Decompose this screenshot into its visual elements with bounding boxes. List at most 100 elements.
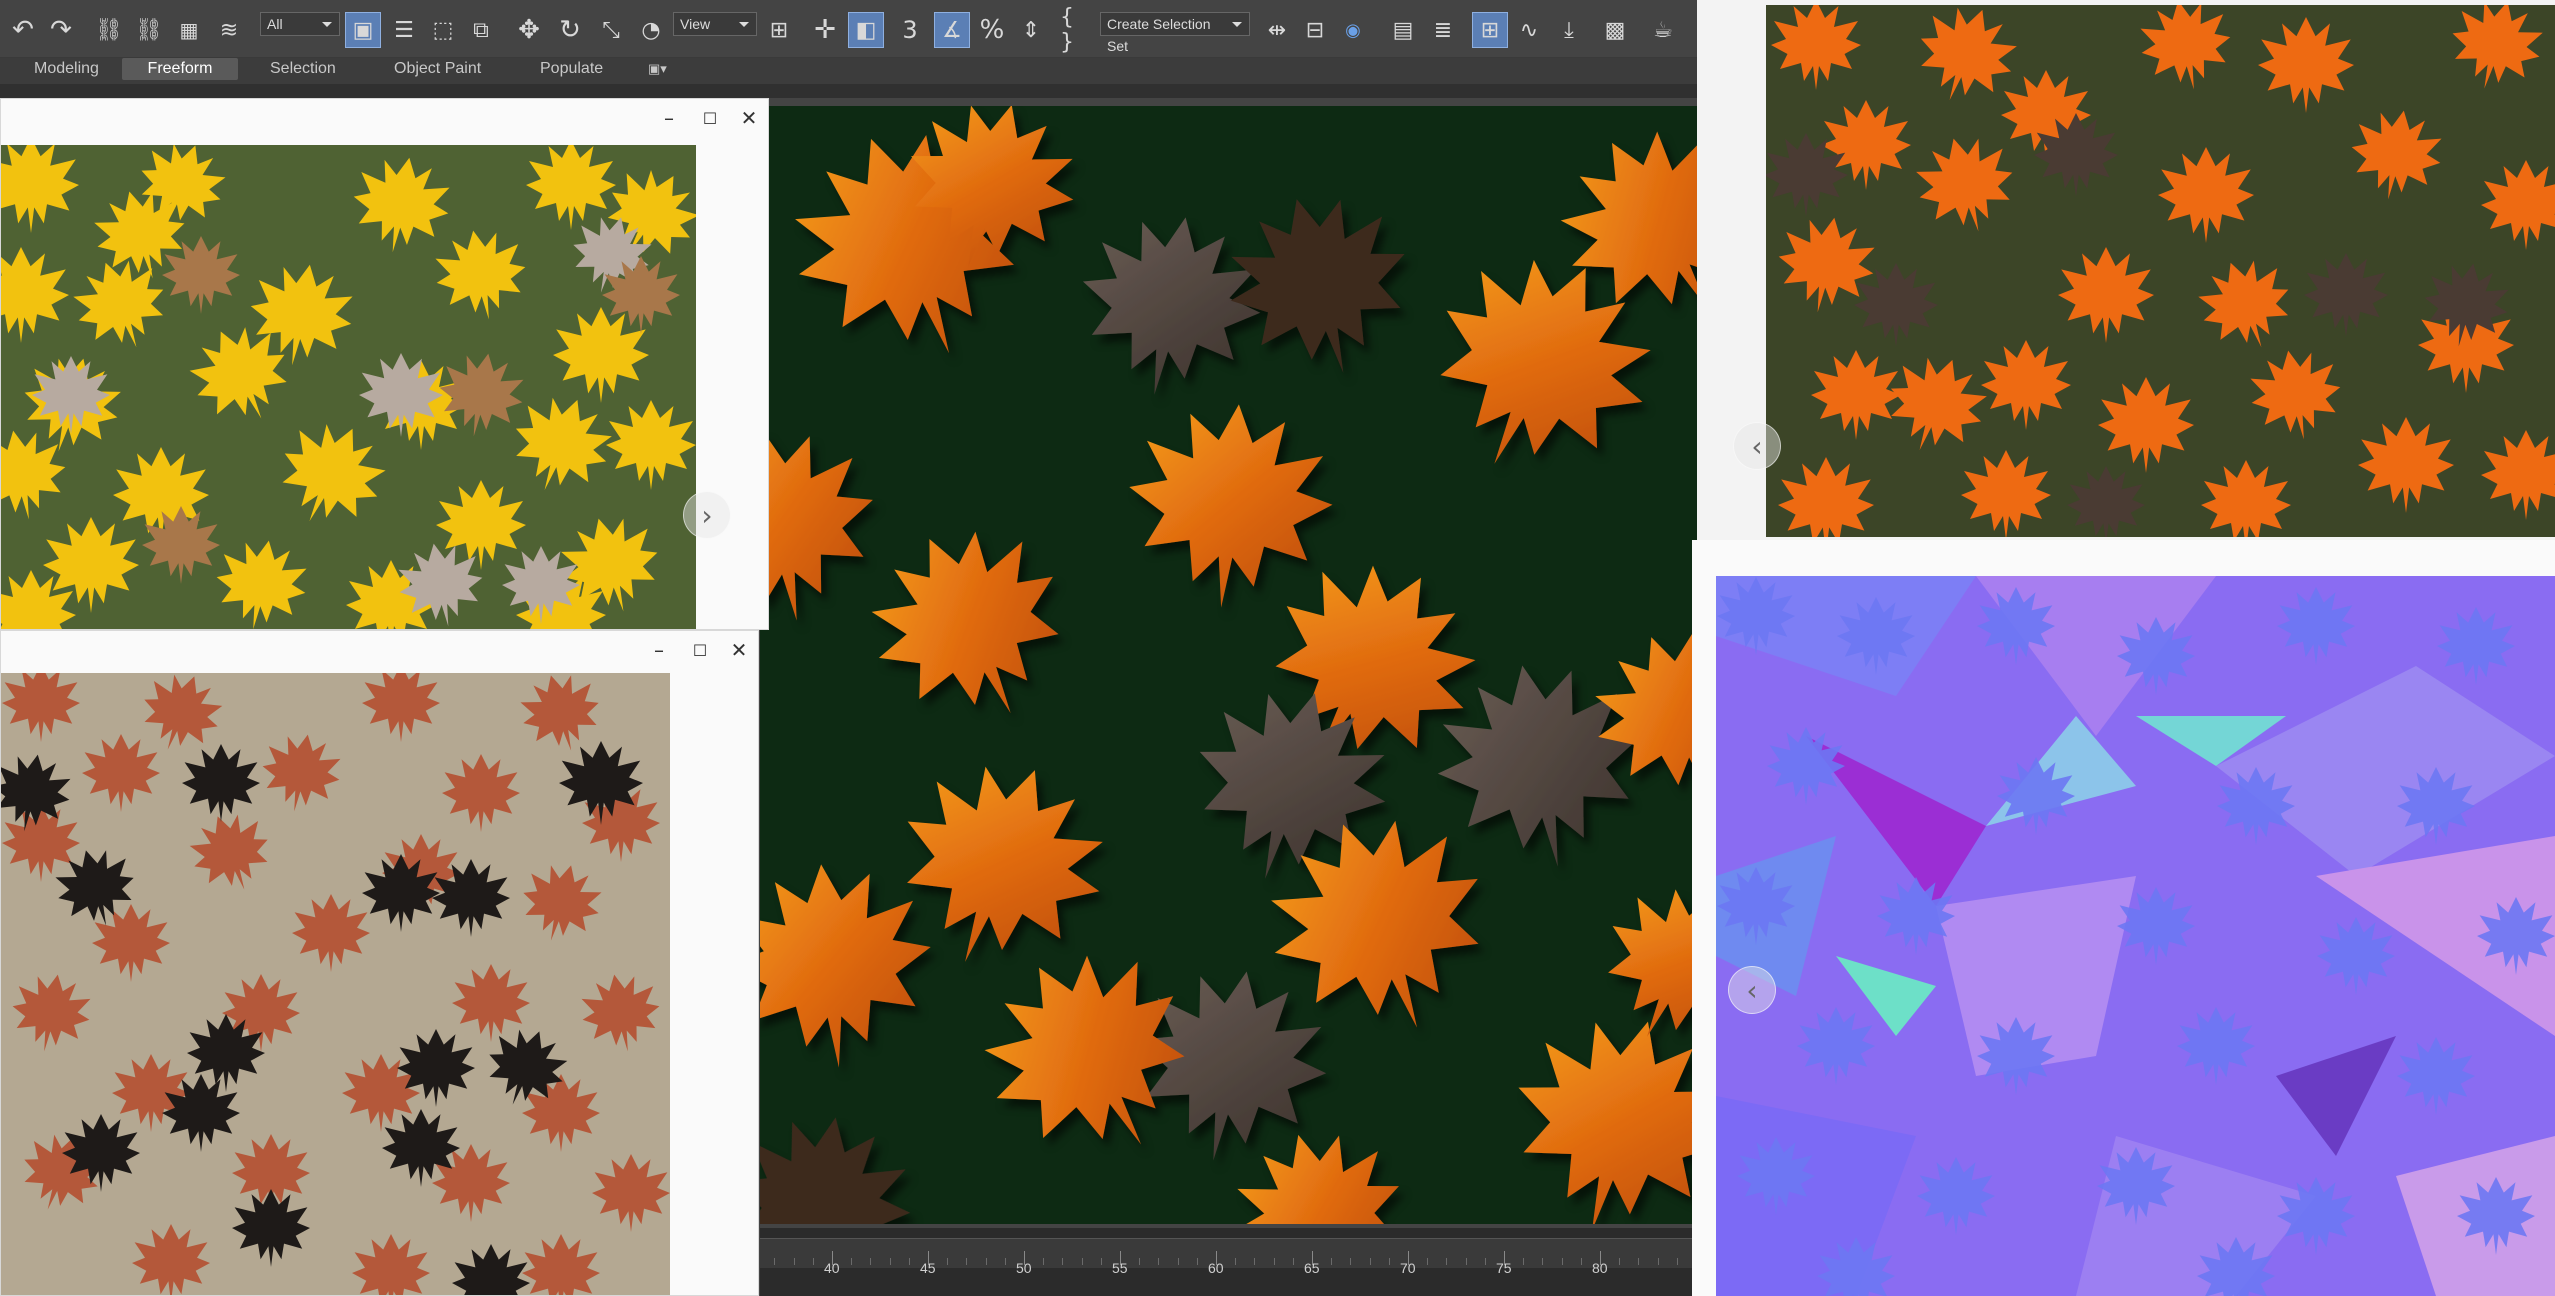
desktop: ↶ ↷ ⛓ ⛓ ▦ ≋ All ▣ ☰ ⬚ ⧉ ✥ ↻ ⤡ ◔ View ⊞ ✛… bbox=[0, 0, 2555, 1296]
timeline-minor-tick bbox=[1350, 1258, 1352, 1265]
unlink-icon[interactable]: ⛓ bbox=[134, 12, 164, 48]
timeline-minor-tick bbox=[870, 1258, 872, 1265]
timeline-minor-tick bbox=[985, 1258, 987, 1265]
schematic-view-icon[interactable]: ⤓ bbox=[1552, 12, 1586, 48]
quick-render-icon[interactable]: ◉ bbox=[1338, 12, 1368, 48]
edit-named-selection-icon[interactable]: { } bbox=[1060, 5, 1094, 55]
timeline-minor-tick bbox=[1619, 1258, 1621, 1265]
tab-selection[interactable]: Selection bbox=[258, 58, 348, 80]
timeline-minor-tick bbox=[1331, 1258, 1333, 1265]
material-editor-icon[interactable]: ▩ bbox=[1598, 12, 1632, 48]
pivot-center-icon[interactable]: ⊞ bbox=[762, 12, 796, 48]
maximize-icon[interactable]: ☐ bbox=[696, 107, 724, 129]
curve-editor-icon[interactable]: ∿ bbox=[1512, 12, 1546, 48]
track-bar[interactable] bbox=[760, 1238, 1697, 1268]
scale-icon[interactable]: ⤡ bbox=[594, 12, 628, 48]
timeline-frame-label: 60 bbox=[1208, 1260, 1224, 1276]
render-setup-icon[interactable]: ☕ bbox=[1646, 12, 1680, 48]
timeline-minor-tick bbox=[1235, 1258, 1237, 1265]
timeline-minor-tick bbox=[774, 1258, 776, 1265]
tab-freeform[interactable]: Freeform bbox=[122, 58, 238, 80]
ribbon-tab-bar: Modeling Freeform Selection Object Paint… bbox=[0, 58, 1697, 84]
timeline-minor-tick bbox=[812, 1258, 814, 1265]
maximize-icon[interactable]: ☐ bbox=[686, 639, 714, 661]
mirror-icon[interactable]: ⇹ bbox=[1260, 12, 1294, 48]
bind-space-warp-icon[interactable]: ▦ bbox=[174, 12, 204, 48]
timeline-minor-tick bbox=[1388, 1258, 1390, 1265]
timeline-minor-tick bbox=[1004, 1258, 1006, 1265]
timeline-minor-tick bbox=[1561, 1258, 1563, 1265]
align-icon[interactable]: ⊟ bbox=[1298, 12, 1332, 48]
angle-snap-icon[interactable]: ∡ bbox=[934, 12, 970, 48]
timeline-minor-tick bbox=[1254, 1258, 1256, 1265]
ribbon-toggle-icon[interactable]: ⊞ bbox=[1472, 12, 1508, 48]
rect-select-region-icon[interactable]: ⬚ bbox=[426, 12, 460, 48]
keyboard-shortcut-override-icon[interactable]: ◧ bbox=[848, 12, 884, 48]
snaps-toggle-icon[interactable]: 3 bbox=[892, 12, 928, 48]
timeline-minor-tick bbox=[889, 1258, 891, 1265]
named-selection-set-select[interactable]: Create Selection Set bbox=[1100, 12, 1250, 54]
timeline-minor-tick bbox=[1177, 1258, 1179, 1265]
bind-icon[interactable]: ≋ bbox=[212, 12, 246, 48]
timeline-minor-tick bbox=[1638, 1258, 1640, 1265]
timeline-minor-tick bbox=[1484, 1258, 1486, 1265]
image-viewer-orange-leaves: ‹ bbox=[1697, 0, 2555, 540]
undo-icon[interactable]: ↶ bbox=[8, 12, 38, 48]
tab-modeling[interactable]: Modeling bbox=[22, 58, 111, 80]
normal-map-image bbox=[1716, 576, 2555, 1296]
minimize-icon[interactable]: – bbox=[645, 638, 673, 662]
timeline-minor-tick bbox=[1657, 1258, 1659, 1265]
window-crossing-icon[interactable]: ⧉ bbox=[464, 12, 498, 48]
timeline-minor-tick bbox=[966, 1258, 968, 1265]
timeline-minor-tick bbox=[1542, 1258, 1544, 1265]
timeline-minor-tick bbox=[1292, 1258, 1294, 1265]
reference-coordinate-select[interactable]: View bbox=[673, 12, 757, 36]
close-icon[interactable]: ✕ bbox=[735, 106, 763, 130]
link-icon[interactable]: ⛓ bbox=[94, 12, 124, 48]
previous-image-button[interactable]: ‹ bbox=[1733, 422, 1781, 470]
timeline-frame-label: 65 bbox=[1304, 1260, 1320, 1276]
tab-object-paint[interactable]: Object Paint bbox=[382, 58, 493, 80]
minimize-icon[interactable]: – bbox=[655, 106, 683, 130]
image-viewer-yellow-leaves: – ☐ ✕ › bbox=[0, 98, 769, 630]
image-viewer-brown-leaves: – ☐ ✕ bbox=[0, 630, 759, 1296]
timeline-minor-tick bbox=[1062, 1258, 1064, 1265]
ribbon-panel bbox=[0, 84, 1697, 98]
move-icon[interactable]: ✥ bbox=[512, 12, 546, 48]
select-by-name-icon[interactable]: ☰ bbox=[386, 12, 422, 48]
timeline-frame-label: 70 bbox=[1400, 1260, 1416, 1276]
orange-leaves-image bbox=[1766, 5, 2555, 537]
timeline-frame-label: 80 bbox=[1592, 1260, 1608, 1276]
spinner-snap-icon[interactable]: ⇕ bbox=[1014, 12, 1048, 48]
percent-snap-icon[interactable]: % bbox=[975, 12, 1009, 48]
timeline-minor-tick bbox=[908, 1258, 910, 1265]
timeline-minor-tick bbox=[1676, 1258, 1678, 1265]
redo-icon[interactable]: ↷ bbox=[46, 12, 76, 48]
timeline-minor-tick bbox=[1465, 1258, 1467, 1265]
select-manipulate-icon[interactable]: ✛ bbox=[808, 12, 842, 48]
timeline-minor-tick bbox=[1523, 1258, 1525, 1265]
ribbon-options-icon[interactable]: ▣▾ bbox=[636, 58, 679, 80]
timeline-minor-tick bbox=[1139, 1258, 1141, 1265]
time-slider[interactable]: 40 45 50 55 60 65 70 75 80 bbox=[760, 1228, 1697, 1296]
selection-filter-select[interactable]: All bbox=[260, 12, 340, 36]
timeline-frame-label: 40 bbox=[824, 1260, 840, 1276]
brown-leaves-image bbox=[1, 673, 670, 1295]
timeline-minor-tick bbox=[851, 1258, 853, 1265]
rotate-icon[interactable]: ↻ bbox=[553, 12, 587, 48]
tab-populate[interactable]: Populate bbox=[528, 58, 615, 80]
viewport-render[interactable] bbox=[760, 106, 1697, 1224]
previous-image-button[interactable]: ‹ bbox=[1728, 966, 1776, 1014]
timeline-frame-label: 55 bbox=[1112, 1260, 1128, 1276]
timeline-frame-label: 45 bbox=[920, 1260, 936, 1276]
place-icon[interactable]: ◔ bbox=[634, 12, 668, 48]
select-object-icon[interactable]: ▣ bbox=[345, 12, 381, 48]
next-image-button[interactable]: › bbox=[683, 491, 731, 539]
layer-explorer-icon[interactable]: ▤ bbox=[1386, 12, 1420, 48]
close-icon[interactable]: ✕ bbox=[725, 638, 753, 662]
scene-explorer-icon[interactable]: ≣ bbox=[1426, 12, 1460, 48]
timeline-minor-tick bbox=[1081, 1258, 1083, 1265]
timeline-minor-tick bbox=[1446, 1258, 1448, 1265]
timeline-minor-tick bbox=[1100, 1258, 1102, 1265]
yellow-leaves-image bbox=[1, 145, 696, 629]
